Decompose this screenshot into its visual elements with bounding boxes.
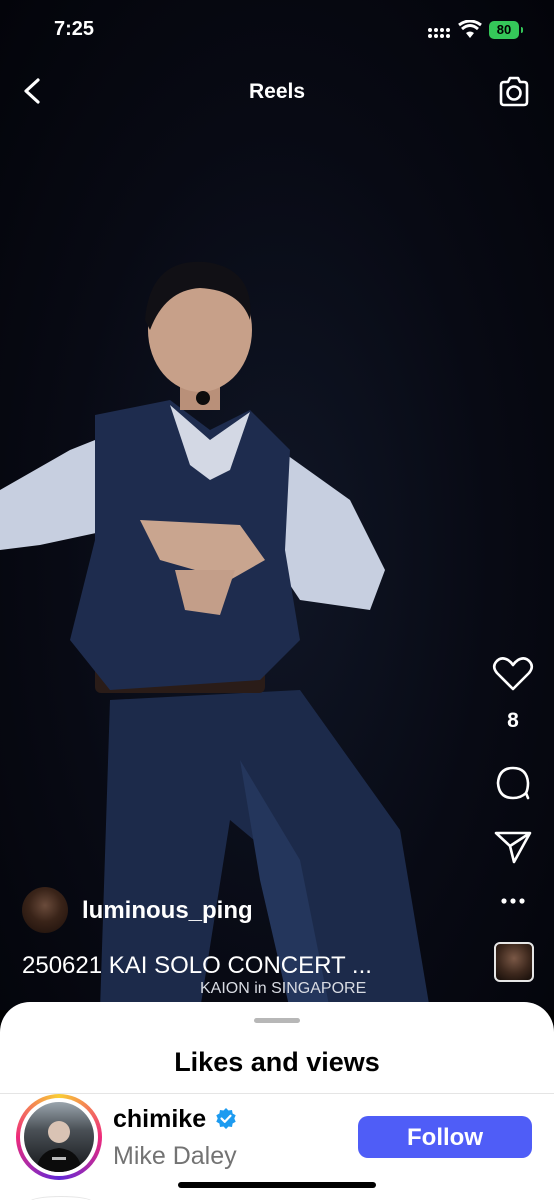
reels-screen: 7:25 80 Reels 8 luminous_ping 250621 KAI… [0, 0, 554, 1200]
cellular-signal-icon [428, 28, 450, 38]
heart-icon[interactable] [490, 655, 536, 693]
battery-indicator: 80 [489, 21, 523, 39]
verified-badge-icon [216, 1108, 236, 1129]
performer-illustration [0, 261, 430, 1010]
share-send-icon[interactable] [490, 827, 536, 865]
camera-icon[interactable] [497, 76, 531, 108]
reel-caption[interactable]: 250621 KAI SOLO CONCERT ... [22, 952, 372, 980]
liker-username[interactable]: chimike [113, 1105, 206, 1134]
likes-views-sheet: Likes and views chimike Mike Daley Follo… [0, 1002, 554, 1200]
author-avatar[interactable] [22, 887, 68, 933]
follow-button[interactable]: Follow [358, 1116, 532, 1158]
home-indicator[interactable] [178, 1182, 376, 1188]
more-options-icon[interactable] [490, 891, 536, 911]
user-avatar-story-ring[interactable] [16, 1094, 102, 1180]
video-overlay-text: KAION in SINGAPORE [200, 980, 367, 997]
like-count[interactable]: 8 [490, 709, 536, 733]
next-row-avatar-hint [30, 1196, 92, 1200]
page-title: Reels [248, 80, 306, 103]
comment-icon[interactable] [490, 763, 536, 801]
wifi-icon [458, 20, 482, 38]
audio-thumbnail[interactable] [494, 942, 534, 982]
reel-video[interactable] [0, 0, 554, 1010]
sheet-divider [0, 1093, 554, 1094]
sheet-title: Likes and views [174, 1047, 380, 1077]
sheet-grabber[interactable] [254, 1018, 300, 1023]
avatar [24, 1102, 94, 1172]
author-username[interactable]: luminous_ping [82, 897, 253, 925]
liker-full-name: Mike Daley [113, 1142, 237, 1170]
status-time: 7:25 [54, 18, 95, 40]
status-bar: 7:25 80 [0, 0, 554, 60]
